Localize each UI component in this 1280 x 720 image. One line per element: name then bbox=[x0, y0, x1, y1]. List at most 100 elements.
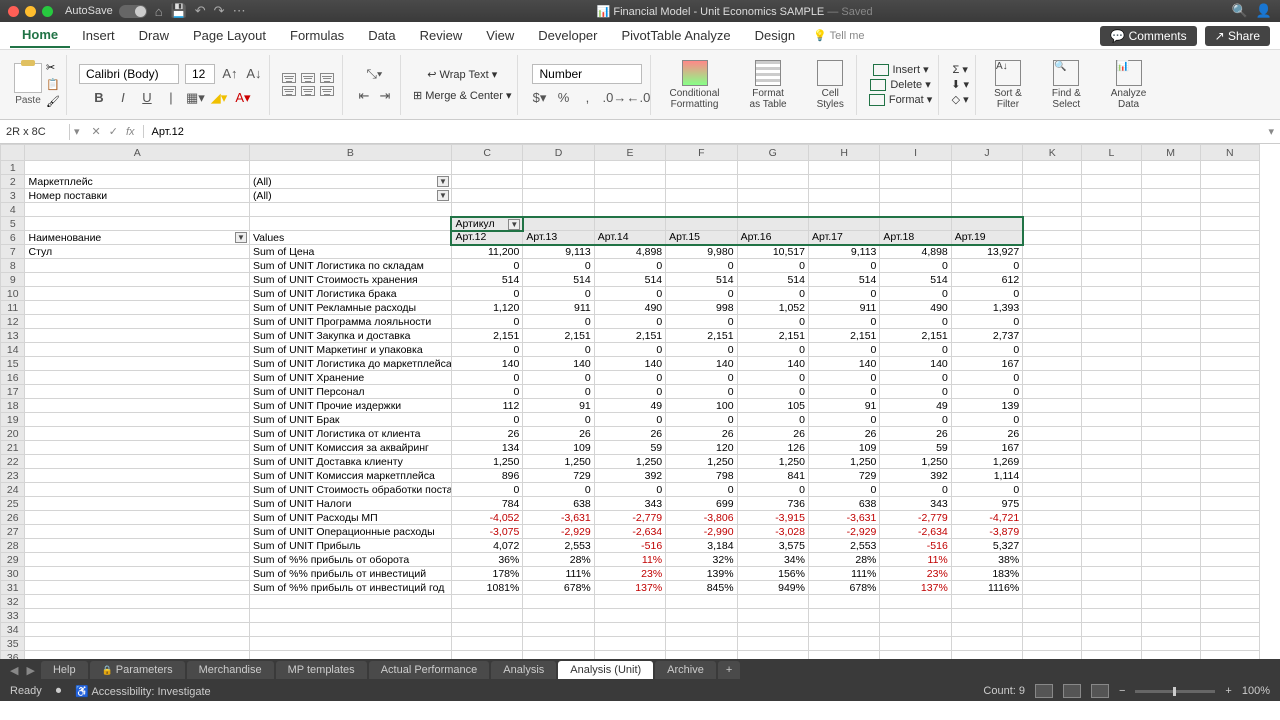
cell[interactable]: Sum of UNIT Брак bbox=[249, 413, 451, 427]
cell[interactable]: 140 bbox=[451, 357, 522, 371]
cell[interactable]: 9,980 bbox=[666, 245, 737, 259]
cell[interactable]: 514 bbox=[880, 273, 951, 287]
cell[interactable] bbox=[951, 595, 1022, 609]
cell[interactable] bbox=[1082, 399, 1141, 413]
cell[interactable] bbox=[1141, 539, 1200, 553]
cell[interactable] bbox=[1082, 567, 1141, 581]
cell[interactable]: -4,052 bbox=[451, 511, 522, 525]
row-header-3[interactable]: 3 bbox=[1, 189, 25, 203]
cell[interactable]: 343 bbox=[880, 497, 951, 511]
cell[interactable] bbox=[1023, 217, 1082, 231]
cell[interactable] bbox=[249, 637, 451, 651]
cell[interactable] bbox=[25, 595, 249, 609]
cell[interactable]: 109 bbox=[523, 441, 594, 455]
sort-filter-button[interactable]: A↓Sort &Filter bbox=[988, 60, 1028, 110]
row-header-13[interactable]: 13 bbox=[1, 329, 25, 343]
cell[interactable]: 1,393 bbox=[951, 301, 1022, 315]
cell[interactable]: 975 bbox=[951, 497, 1022, 511]
cell[interactable] bbox=[1023, 441, 1082, 455]
cell[interactable] bbox=[1082, 539, 1141, 553]
row-header-29[interactable]: 29 bbox=[1, 553, 25, 567]
cell[interactable] bbox=[1082, 483, 1141, 497]
col-header-M[interactable]: M bbox=[1141, 145, 1200, 161]
cell[interactable] bbox=[1023, 595, 1082, 609]
cell[interactable]: Sum of UNIT Хранение bbox=[249, 371, 451, 385]
cell[interactable] bbox=[249, 161, 451, 175]
cell[interactable]: 0 bbox=[737, 385, 808, 399]
cell[interactable] bbox=[249, 609, 451, 623]
cell[interactable] bbox=[451, 651, 522, 660]
cell[interactable]: 111% bbox=[523, 567, 594, 581]
row-header-26[interactable]: 26 bbox=[1, 511, 25, 525]
row-header-32[interactable]: 32 bbox=[1, 595, 25, 609]
cell[interactable] bbox=[808, 161, 879, 175]
cell[interactable] bbox=[666, 203, 737, 217]
cell[interactable] bbox=[1141, 287, 1200, 301]
cell[interactable] bbox=[25, 539, 249, 553]
cell[interactable] bbox=[249, 203, 451, 217]
cell[interactable] bbox=[25, 567, 249, 581]
cell[interactable] bbox=[808, 637, 879, 651]
cell[interactable] bbox=[1023, 623, 1082, 637]
cell[interactable]: 678% bbox=[523, 581, 594, 595]
cell[interactable] bbox=[1141, 413, 1200, 427]
spreadsheet-grid[interactable]: ABCDEFGHIJKLMN 12Маркетплейс(All)▼3Номер… bbox=[0, 144, 1280, 659]
cell[interactable]: 0 bbox=[666, 371, 737, 385]
cell[interactable] bbox=[1023, 385, 1082, 399]
cell[interactable] bbox=[1023, 525, 1082, 539]
cell[interactable]: Sum of UNIT Стоимость обработки поставк bbox=[249, 483, 451, 497]
cell[interactable] bbox=[1141, 203, 1200, 217]
cell[interactable] bbox=[1141, 301, 1200, 315]
cell[interactable]: 178% bbox=[451, 567, 522, 581]
cell[interactable] bbox=[1082, 441, 1141, 455]
cell[interactable] bbox=[25, 329, 249, 343]
cell[interactable] bbox=[1200, 469, 1259, 483]
cell[interactable]: 3,184 bbox=[666, 539, 737, 553]
cell[interactable] bbox=[1200, 161, 1259, 175]
cell[interactable]: 0 bbox=[594, 371, 665, 385]
cell[interactable]: 514 bbox=[594, 273, 665, 287]
clear-button[interactable]: ◇ ▾ bbox=[952, 92, 969, 107]
cell[interactable] bbox=[1082, 581, 1141, 595]
cell[interactable] bbox=[1082, 497, 1141, 511]
cell[interactable] bbox=[594, 595, 665, 609]
cell[interactable] bbox=[1082, 357, 1141, 371]
cell[interactable]: -2,634 bbox=[880, 525, 951, 539]
cell[interactable]: Sum of %% прибыль от инвестиций год bbox=[249, 581, 451, 595]
cell[interactable] bbox=[1141, 497, 1200, 511]
row-header-36[interactable]: 36 bbox=[1, 651, 25, 660]
cell[interactable]: 343 bbox=[594, 497, 665, 511]
cell[interactable] bbox=[1200, 217, 1259, 231]
row-header-6[interactable]: 6 bbox=[1, 231, 25, 245]
cell[interactable] bbox=[25, 399, 249, 413]
cell[interactable] bbox=[1141, 581, 1200, 595]
cell[interactable] bbox=[1023, 567, 1082, 581]
cell[interactable] bbox=[1200, 441, 1259, 455]
cell[interactable] bbox=[1023, 413, 1082, 427]
cell[interactable] bbox=[737, 161, 808, 175]
cell[interactable] bbox=[25, 287, 249, 301]
cell[interactable] bbox=[1023, 651, 1082, 660]
cell[interactable] bbox=[1082, 469, 1141, 483]
cell[interactable] bbox=[1023, 371, 1082, 385]
cell[interactable]: 2,151 bbox=[737, 329, 808, 343]
row-header-14[interactable]: 14 bbox=[1, 343, 25, 357]
cell[interactable] bbox=[737, 189, 808, 203]
cell[interactable] bbox=[1082, 511, 1141, 525]
cell[interactable]: -2,929 bbox=[808, 525, 879, 539]
filter-dropdown[interactable]: ▼ bbox=[437, 190, 449, 201]
cell[interactable] bbox=[1023, 161, 1082, 175]
cell[interactable]: 137% bbox=[880, 581, 951, 595]
cell[interactable] bbox=[1200, 483, 1259, 497]
cell[interactable]: -2,779 bbox=[594, 511, 665, 525]
cell[interactable] bbox=[1200, 623, 1259, 637]
cell[interactable] bbox=[523, 609, 594, 623]
cell[interactable] bbox=[1200, 385, 1259, 399]
cell[interactable]: 1,120 bbox=[451, 301, 522, 315]
cell[interactable] bbox=[1141, 651, 1200, 660]
cell[interactable] bbox=[25, 203, 249, 217]
cell[interactable]: 699 bbox=[666, 497, 737, 511]
page-layout-view-icon[interactable] bbox=[1063, 684, 1081, 698]
cell[interactable] bbox=[249, 623, 451, 637]
cell[interactable] bbox=[249, 217, 451, 231]
